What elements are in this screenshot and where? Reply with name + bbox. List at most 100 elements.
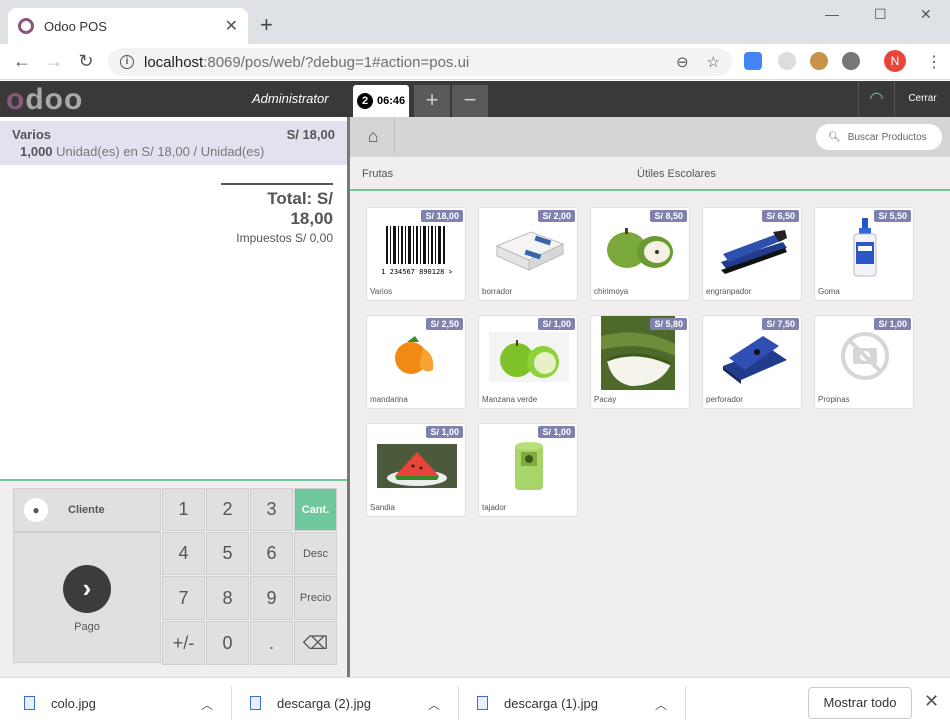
numpad-key-1[interactable]: 1: [162, 488, 205, 531]
show-all-downloads-button[interactable]: Mostrar todo: [808, 687, 912, 719]
product-card[interactable]: S/ 1,00 tajador: [478, 423, 578, 517]
divider: [231, 686, 232, 720]
chevron-up-icon[interactable]: ︿: [201, 696, 213, 713]
minimize-icon[interactable]: —: [825, 6, 839, 22]
profile-avatar[interactable]: N: [884, 50, 906, 72]
product-card[interactable]: S/ 2,00 borrador: [478, 207, 578, 301]
close-shelf-icon[interactable]: ✕: [924, 691, 939, 712]
sharpener-icon: [489, 434, 569, 494]
close-pos-button[interactable]: Cerrar: [894, 81, 950, 117]
close-window-icon[interactable]: ✕: [920, 6, 932, 23]
product-price: S/ 2,50: [426, 318, 463, 330]
product-pane: ⌂ 🔍︎ Buscar Productos Frutas Útiles Esco…: [350, 117, 950, 677]
numpad-key-9[interactable]: 9: [250, 576, 293, 620]
product-price: S/ 5,80: [650, 318, 687, 330]
cashier-name[interactable]: Administrator: [252, 91, 329, 106]
customer-label: Cliente: [68, 504, 105, 516]
download-item[interactable]: descarga (2).jpg: [250, 678, 371, 728]
customer-button[interactable]: ● Cliente: [13, 488, 161, 532]
extension-icon[interactable]: [842, 52, 860, 70]
product-card[interactable]: S/ 7,50 perforador: [702, 315, 802, 409]
browser-tab[interactable]: Odoo POS ✕: [8, 8, 248, 44]
product-name: perforador: [706, 395, 743, 404]
product-price: S/ 6,50: [762, 210, 799, 222]
product-search-input[interactable]: 🔍︎ Buscar Productos: [816, 124, 942, 150]
product-card[interactable]: S/ 8,50 chirimoya: [590, 207, 690, 301]
product-header: ⌂ 🔍︎ Buscar Productos: [350, 117, 950, 157]
chevron-up-icon[interactable]: ︿: [428, 696, 440, 713]
product-name: Manzana verde: [482, 395, 538, 404]
numpad-key-sign[interactable]: +/-: [162, 621, 205, 665]
category-list: Frutas Útiles Escolares: [350, 157, 950, 191]
order-summary: Total: S/ 18,00 Impuestos S/ 0,00: [221, 183, 333, 245]
product-card[interactable]: S/ 6,50 engranpador: [702, 207, 802, 301]
product-card[interactable]: S/ 1,00 Propinas: [814, 315, 914, 409]
product-card[interactable]: S/ 5,50 Goma: [814, 207, 914, 301]
divider: [685, 686, 686, 720]
numpad-key-5[interactable]: 5: [206, 532, 249, 575]
product-card[interactable]: S/ 1,00 Manzana verde: [478, 315, 578, 409]
product-card[interactable]: S/ 1,00 Sandia: [366, 423, 466, 517]
category-frutas[interactable]: Frutas: [362, 168, 393, 180]
new-tab-icon[interactable]: +: [260, 12, 273, 38]
price-mode-button[interactable]: Precio: [294, 576, 337, 620]
product-price: S/ 7,50: [762, 318, 799, 330]
bookmark-star-icon[interactable]: ☆: [707, 53, 720, 71]
downloads-shelf: colo.jpg ︿ descarga (2).jpg ︿ descarga (…: [0, 677, 950, 727]
order-tab[interactable]: 2 06:46: [353, 85, 409, 117]
browser-tabstrip: Odoo POS ✕ + — ☐ ✕: [0, 0, 950, 44]
address-bar[interactable]: i localhost:8069/pos/web/?debug=1#action…: [108, 48, 732, 76]
numpad-key-3[interactable]: 3: [250, 488, 293, 531]
delete-order-button[interactable]: −: [452, 85, 488, 117]
translate-extension-icon[interactable]: [744, 52, 762, 70]
discount-mode-button[interactable]: Desc: [294, 532, 337, 575]
pos-topbar: odoo Administrator 2 06:46 + − ◠ Cerrar: [0, 81, 950, 117]
cookie-extension-icon[interactable]: [810, 52, 828, 70]
order-line[interactable]: Varios S/ 18,00 1,000 Unidad(es) en S/ 1…: [0, 121, 347, 165]
numpad-key-4[interactable]: 4: [162, 532, 205, 575]
zoom-icon[interactable]: ⊖: [676, 53, 689, 71]
numpad-key-2[interactable]: 2: [206, 488, 249, 531]
numpad-key-decimal[interactable]: .: [250, 621, 293, 665]
product-card[interactable]: S/ 18,00 1 234567 890128 > Varios: [366, 207, 466, 301]
numpad-key-7[interactable]: 7: [162, 576, 205, 620]
user-icon: ●: [24, 498, 48, 522]
product-card[interactable]: S/ 5,80 Pacay: [590, 315, 690, 409]
watermelon-icon: [377, 434, 457, 494]
download-filename: colo.jpg: [51, 695, 96, 711]
pos-app: odoo Administrator 2 06:46 + − ◠ Cerrar …: [0, 81, 950, 677]
new-order-button[interactable]: +: [414, 85, 450, 117]
download-item[interactable]: descarga (1).jpg: [477, 678, 598, 728]
order-line-qty: 1,000: [20, 144, 53, 159]
numpad-key-8[interactable]: 8: [206, 576, 249, 620]
reload-icon[interactable]: ↻: [70, 51, 102, 72]
payment-button[interactable]: › Pago: [13, 532, 161, 663]
product-grid: S/ 18,00 1 234567 890128 > Varios S/ 2,0…: [366, 207, 914, 517]
maximize-icon[interactable]: ☐: [874, 6, 887, 23]
connection-status-icon[interactable]: ◠: [858, 81, 894, 117]
download-item[interactable]: colo.jpg: [24, 678, 96, 728]
product-price: S/ 5,50: [874, 210, 911, 222]
order-pane: Varios S/ 18,00 1,000 Unidad(es) en S/ 1…: [0, 117, 350, 677]
product-name: borrador: [482, 287, 513, 296]
back-icon[interactable]: ←: [6, 51, 38, 72]
forward-icon[interactable]: →: [38, 51, 70, 72]
browser-menu-icon[interactable]: ⋮: [926, 52, 942, 72]
chevron-up-icon[interactable]: ︿: [655, 696, 667, 713]
order-time: 06:46: [377, 95, 406, 107]
quantity-mode-button[interactable]: Cant.: [294, 488, 337, 531]
extension-icon[interactable]: [778, 52, 796, 70]
home-category-icon[interactable]: ⌂: [352, 117, 395, 155]
backspace-icon[interactable]: ⌫: [294, 621, 337, 665]
chevron-right-icon: ›: [63, 565, 111, 613]
numpad-key-0[interactable]: 0: [206, 621, 249, 665]
site-info-icon[interactable]: i: [120, 55, 134, 69]
order-number: 2: [357, 93, 373, 109]
no-image-icon: [825, 326, 905, 386]
product-card[interactable]: S/ 2,50 mandarina: [366, 315, 466, 409]
order-taxes: Impuestos S/ 0,00: [236, 231, 333, 245]
close-tab-icon[interactable]: ✕: [225, 16, 238, 36]
numpad-key-6[interactable]: 6: [250, 532, 293, 575]
category-utiles-escolares[interactable]: Útiles Escolares: [637, 168, 716, 180]
numpad: 1 2 3 Cant. 4 5 6 Desc 7 8 9 Precio +/- …: [162, 488, 337, 665]
